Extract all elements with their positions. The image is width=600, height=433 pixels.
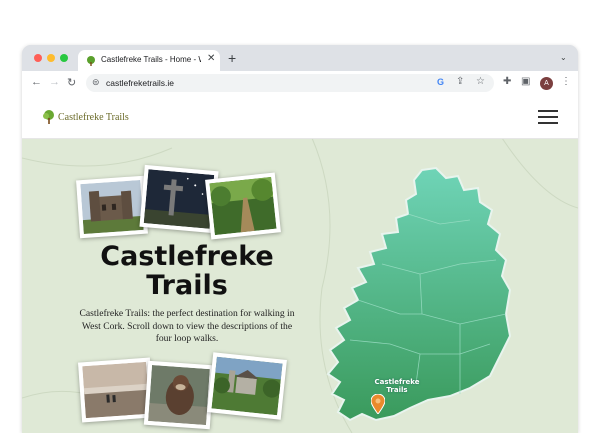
browser-menu-icon[interactable]: ⋮ — [561, 76, 571, 87]
side-panel-icon[interactable]: ▣ — [521, 76, 530, 87]
hero-description: Castlefreke Trails: the perfect destinat… — [79, 308, 295, 344]
cross-night-image — [143, 169, 215, 229]
close-window-button[interactable] — [34, 54, 42, 62]
hero-title: Castlefreke Trails — [100, 241, 274, 301]
new-tab-button[interactable]: + — [228, 50, 236, 66]
bookmark-star-icon[interactable]: ☆ — [476, 76, 485, 87]
share-icon[interactable]: ⇪ — [456, 76, 464, 87]
otter-photo — [143, 360, 215, 430]
reload-icon[interactable]: ↻ — [67, 76, 76, 89]
minimize-window-button[interactable] — [47, 54, 55, 62]
beach-photo — [77, 357, 155, 423]
url-text[interactable]: castlefreketrails.ie — [106, 78, 174, 88]
google-lens-icon[interactable]: G — [437, 77, 444, 87]
tree-logo-icon — [43, 110, 54, 124]
otter-image — [148, 365, 210, 425]
profile-avatar[interactable]: A — [540, 77, 553, 90]
site-logo[interactable]: Castlefreke Trails — [42, 110, 129, 129]
hamburger-menu-icon[interactable] — [538, 110, 558, 124]
address-bar[interactable]: ⊜ castlefreketrails.ie G ⇪ ☆ — [86, 74, 494, 92]
browser-tab[interactable]: Castlefreke Trails - Home - We ✕ — [78, 50, 220, 71]
logo-text: Castlefreke Trails — [58, 112, 129, 123]
browser-toolbar: ← → ↻ ⊜ castlefreketrails.ie G ⇪ ☆ ✚ ▣ A… — [22, 71, 578, 96]
site-header: Castlefreke Trails — [22, 96, 578, 139]
tab-title: Castlefreke Trails - Home - We — [101, 55, 201, 64]
web-page: Castlefreke Trails Castlefreke Trails Ca… — [22, 96, 578, 433]
extensions-icon[interactable]: ✚ — [503, 76, 511, 87]
forward-icon[interactable]: → — [49, 76, 60, 88]
tab-search-icon[interactable]: ⌄ — [560, 53, 567, 62]
browser-window: Castlefreke Trails - Home - We ✕ + ⌄ ← →… — [22, 45, 578, 433]
map-location-label: Castlefreke Trails — [374, 378, 420, 394]
site-info-icon[interactable]: ⊜ — [92, 77, 100, 88]
hero-section: Castlefreke Trails Castlefreke Trails: t… — [22, 138, 578, 433]
castle-image — [80, 179, 144, 235]
back-icon[interactable]: ← — [31, 76, 42, 88]
beach-image — [82, 361, 150, 419]
close-tab-icon[interactable]: ✕ — [207, 53, 215, 64]
maximize-window-button[interactable] — [60, 54, 68, 62]
church-photo — [207, 352, 287, 420]
map-pin-icon[interactable] — [371, 394, 385, 414]
tree-favicon-icon — [87, 56, 95, 66]
forest-path-image — [209, 176, 277, 236]
church-image — [211, 356, 283, 416]
tab-bar: Castlefreke Trails - Home - We ✕ + ⌄ — [22, 45, 578, 71]
forest-path-photo — [205, 172, 281, 240]
castle-photo — [76, 175, 148, 239]
